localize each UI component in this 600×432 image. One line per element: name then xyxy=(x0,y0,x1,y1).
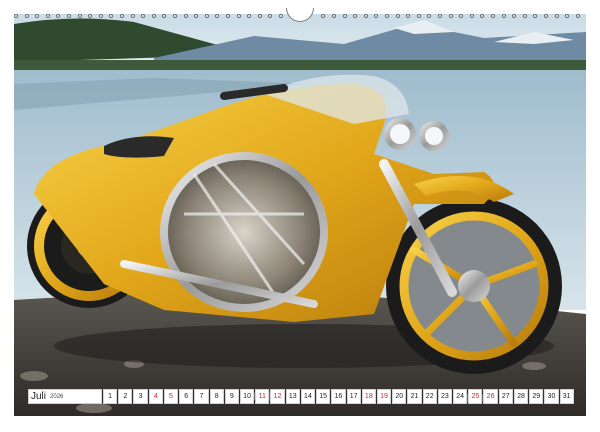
day-cell: 19 xyxy=(376,389,392,404)
binding-ring xyxy=(565,14,570,18)
binding-ring xyxy=(427,14,432,18)
binding-ring xyxy=(512,14,517,18)
day-cell: 18 xyxy=(361,389,376,404)
binding-ring xyxy=(374,14,379,18)
binding-ring xyxy=(522,14,527,18)
binding-ring xyxy=(56,14,61,18)
day-cell: 3 xyxy=(133,389,148,404)
binding-ring xyxy=(491,14,495,18)
day-cell: 7 xyxy=(194,389,209,404)
day-cell: 8 xyxy=(209,389,224,404)
day-cell: 26 xyxy=(483,389,498,404)
day-cell: 27 xyxy=(498,389,513,404)
day-cell: 9 xyxy=(224,389,239,404)
day-cell: 16 xyxy=(331,389,346,404)
binding-ring xyxy=(204,14,209,18)
day-cell: 4 xyxy=(148,389,163,404)
binding-ring xyxy=(77,14,82,18)
calendar-strip: Juli 2026 1 2 3 4 5 6 7 8 9 10 11 12 13 14 15 16 17 18 19 2… xyxy=(28,389,574,404)
binding-ring xyxy=(162,14,167,18)
binding-ring xyxy=(554,14,559,18)
day-cell: 22 xyxy=(422,389,437,404)
binding-ring xyxy=(35,14,40,18)
binding-ring xyxy=(14,14,18,18)
binding-ring xyxy=(459,14,464,18)
day-cell: 13 xyxy=(285,389,300,404)
binding-ring xyxy=(236,14,241,18)
day-cell: 14 xyxy=(300,389,316,404)
binding-ring xyxy=(480,14,485,18)
day-cell: 1 xyxy=(103,389,118,404)
year-label: 2026 xyxy=(50,393,64,400)
binding-ring xyxy=(321,14,326,18)
day-cell: 24 xyxy=(453,389,468,404)
day-cell: 15 xyxy=(316,389,331,404)
binding-ring xyxy=(247,14,252,18)
binding-ring xyxy=(385,14,389,18)
binding-ring xyxy=(141,14,146,18)
day-cell: 2 xyxy=(118,389,133,404)
binding-ring xyxy=(24,14,29,18)
binding-ring xyxy=(98,14,103,18)
binding-ring xyxy=(279,14,283,18)
motorcycle-photo xyxy=(14,14,586,416)
binding-ring xyxy=(342,14,347,18)
binding-ring xyxy=(67,14,71,18)
day-cell: 23 xyxy=(437,389,453,404)
day-cell: 17 xyxy=(346,389,361,404)
binding-ring xyxy=(268,14,273,18)
day-cell: 25 xyxy=(468,389,483,404)
binding-ring xyxy=(257,14,262,18)
binding-ring xyxy=(88,14,93,18)
day-cell: 31 xyxy=(559,389,574,404)
day-cells: 1 2 3 4 5 6 7 8 9 10 11 12 13 14 15 16 17 18 19 20 21 22 23 24 2… xyxy=(102,389,574,404)
binding-ring xyxy=(533,14,538,18)
binding-ring xyxy=(120,14,124,18)
binding-ring xyxy=(332,14,336,18)
binding-ring xyxy=(501,14,506,18)
binding-ring xyxy=(194,14,199,18)
binding-ring xyxy=(173,14,177,18)
binding-ring xyxy=(469,14,474,18)
day-cell: 5 xyxy=(163,389,179,404)
binding-ring xyxy=(438,14,442,18)
day-cell: 29 xyxy=(529,389,544,404)
day-cell: 30 xyxy=(544,389,559,404)
day-cell: 6 xyxy=(179,389,194,404)
day-cell: 11 xyxy=(255,389,270,404)
binding-ring xyxy=(109,14,114,18)
calendar-page: Juli 2026 1 2 3 4 5 6 7 8 9 10 11 12 13 14 15 16 17 18 19 2… xyxy=(0,0,600,432)
binding-ring xyxy=(353,14,358,18)
day-cell: 20 xyxy=(392,389,407,404)
binding-ring xyxy=(215,14,220,18)
month-name: Juli xyxy=(31,391,47,402)
day-cell: 21 xyxy=(407,389,422,404)
binding-ring xyxy=(575,14,580,18)
binding-ring xyxy=(395,14,400,18)
binding-ring xyxy=(183,14,188,18)
binding-ring xyxy=(448,14,453,18)
binding-ring xyxy=(151,14,156,18)
binding-ring xyxy=(226,14,230,18)
binding-ring xyxy=(130,14,135,18)
binding-ring xyxy=(544,14,548,18)
binding-ring xyxy=(416,14,421,18)
binding-ring xyxy=(45,14,50,18)
binding-ring xyxy=(406,14,411,18)
day-cell: 28 xyxy=(513,389,529,404)
binding-ring xyxy=(363,14,368,18)
month-label: Juli 2026 xyxy=(28,389,102,404)
day-cell: 12 xyxy=(270,389,285,404)
day-cell: 10 xyxy=(239,389,255,404)
